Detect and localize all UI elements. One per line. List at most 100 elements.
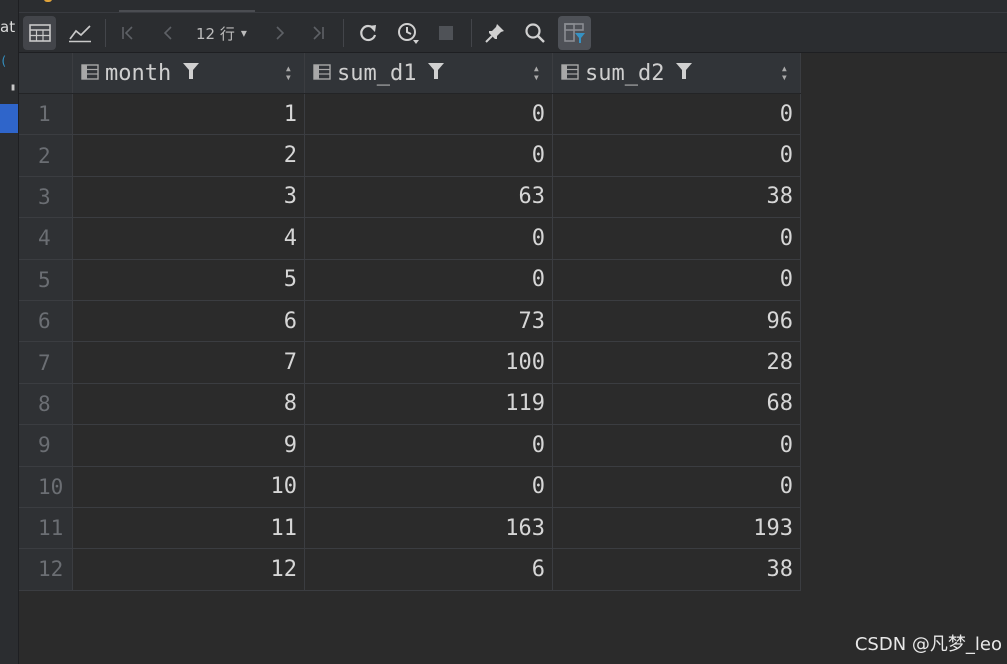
row-number: 9 [19, 425, 73, 466]
cell-sum-d1[interactable]: 0 [305, 135, 553, 176]
left-panel-selection[interactable] [0, 104, 18, 133]
cell-sum-d1[interactable]: 100 [305, 342, 553, 383]
cell-month[interactable]: 2 [73, 135, 305, 176]
column-icon [81, 61, 99, 86]
cell-sum-d2[interactable]: 38 [553, 549, 801, 590]
table-row[interactable]: 3 3 63 38 [19, 176, 801, 219]
sort-icon[interactable]: ▴ ▾ [533, 62, 540, 83]
cell-month[interactable]: 4 [73, 218, 305, 259]
cell-month[interactable]: 7 [73, 342, 305, 383]
row-number: 2 [19, 135, 73, 176]
cell-sum-d2[interactable]: 193 [553, 507, 801, 549]
chart-view-icon[interactable] [63, 16, 96, 50]
cell-sum-d1[interactable]: 0 [305, 259, 553, 300]
column-header-month[interactable]: month ▴ ▾ [73, 53, 305, 93]
row-number: 11 [19, 507, 73, 549]
sort-icon[interactable]: ▴ ▾ [781, 62, 788, 83]
cell-sum-d2[interactable]: 68 [553, 383, 801, 425]
grid-empty-area [801, 53, 1007, 664]
left-panel-strip: at ( ▮ [0, 0, 19, 664]
last-page-icon[interactable] [305, 16, 331, 50]
row-number: 3 [19, 176, 73, 218]
result-grid: month ▴ ▾ sum_d1 ▴ ▾ sum_d2 ▴ ▾ 1100 2200 3… [19, 53, 801, 591]
table-row[interactable]: 6 6 73 96 [19, 300, 801, 343]
cell-month[interactable]: 6 [73, 300, 305, 342]
table-row[interactable]: 1100 [19, 94, 801, 136]
toolbar-separator [471, 19, 472, 47]
row-number-header [19, 53, 73, 93]
cell-month[interactable]: 1 [73, 94, 305, 135]
cell-month[interactable]: 9 [73, 425, 305, 466]
column-header-label: month [105, 60, 172, 86]
column-icon [313, 61, 331, 86]
cell-month[interactable]: 10 [73, 466, 305, 507]
pin-icon[interactable] [481, 16, 509, 50]
cell-month[interactable]: 11 [73, 507, 305, 549]
left-panel-text: ( [0, 54, 8, 68]
row-count-dropdown[interactable]: 12 行 ▾ [196, 16, 247, 50]
cell-month[interactable]: 8 [73, 383, 305, 425]
filter-icon[interactable] [676, 61, 693, 86]
result-toolbar: 12 行 ▾ [19, 13, 1007, 53]
table-row[interactable]: 11 11 163 193 [19, 507, 801, 550]
table-row[interactable]: 12 12 6 38 [19, 549, 801, 591]
left-panel-marker: ▮ [10, 82, 17, 93]
sort-icon[interactable]: ▴ ▾ [285, 62, 292, 83]
row-number: 1 [19, 94, 73, 135]
column-header-sum-d2[interactable]: sum_d2 ▴ ▾ [553, 53, 801, 93]
refresh-icon[interactable] [353, 16, 383, 50]
column-header-label: sum_d1 [337, 60, 417, 86]
next-page-icon[interactable] [267, 16, 293, 50]
cell-month[interactable]: 3 [73, 176, 305, 218]
prev-page-icon[interactable] [155, 16, 181, 50]
cell-sum-d2[interactable]: 0 [553, 466, 801, 507]
toolbar-separator [105, 19, 106, 47]
filter-icon[interactable] [183, 61, 200, 86]
cell-sum-d1[interactable]: 119 [305, 383, 553, 425]
cell-sum-d2[interactable]: 38 [553, 176, 801, 218]
row-number: 12 [19, 549, 73, 590]
row-number: 8 [19, 383, 73, 425]
tab-status-dot [44, 0, 52, 2]
table-row[interactable]: 4400 [19, 218, 801, 260]
cell-sum-d1[interactable]: 63 [305, 176, 553, 218]
column-header-sum-d1[interactable]: sum_d1 ▴ ▾ [305, 53, 553, 93]
cell-sum-d1[interactable]: 163 [305, 507, 553, 549]
column-icon [561, 61, 579, 86]
cell-sum-d1[interactable]: 6 [305, 549, 553, 590]
table-row[interactable]: 5500 [19, 259, 801, 301]
cell-month[interactable]: 12 [73, 549, 305, 590]
row-number: 6 [19, 300, 73, 342]
table-row[interactable]: 8 8 119 68 [19, 383, 801, 426]
cell-sum-d2[interactable]: 96 [553, 300, 801, 342]
table-view-icon[interactable] [23, 16, 56, 50]
cell-sum-d2[interactable]: 0 [553, 94, 801, 135]
row-number: 7 [19, 342, 73, 383]
cell-sum-d1[interactable]: 0 [305, 425, 553, 466]
search-icon[interactable] [521, 16, 549, 50]
toolbar-separator [343, 19, 344, 47]
table-row[interactable]: 7 7 100 28 [19, 342, 801, 384]
cell-sum-d2[interactable]: 0 [553, 425, 801, 466]
table-row[interactable]: 9900 [19, 425, 801, 467]
cell-sum-d1[interactable]: 0 [305, 218, 553, 259]
cell-sum-d2[interactable]: 28 [553, 342, 801, 383]
history-icon[interactable] [393, 16, 423, 50]
row-number: 4 [19, 218, 73, 259]
filter-panel-icon[interactable] [558, 16, 591, 50]
cell-month[interactable]: 5 [73, 259, 305, 300]
table-row[interactable]: 2200 [19, 135, 801, 177]
cell-sum-d1[interactable]: 73 [305, 300, 553, 342]
cell-sum-d1[interactable]: 0 [305, 466, 553, 507]
row-number: 10 [19, 466, 73, 507]
chevron-down-icon: ▾ [240, 26, 247, 40]
cell-sum-d1[interactable]: 0 [305, 94, 553, 135]
table-row[interactable]: 10 10 0 0 [19, 466, 801, 508]
first-page-icon[interactable] [115, 16, 141, 50]
stop-icon[interactable] [433, 16, 459, 50]
filter-icon[interactable] [428, 61, 445, 86]
cell-sum-d2[interactable]: 0 [553, 259, 801, 300]
cell-sum-d2[interactable]: 0 [553, 135, 801, 176]
cell-sum-d2[interactable]: 0 [553, 218, 801, 259]
left-panel-text: at [0, 18, 16, 36]
